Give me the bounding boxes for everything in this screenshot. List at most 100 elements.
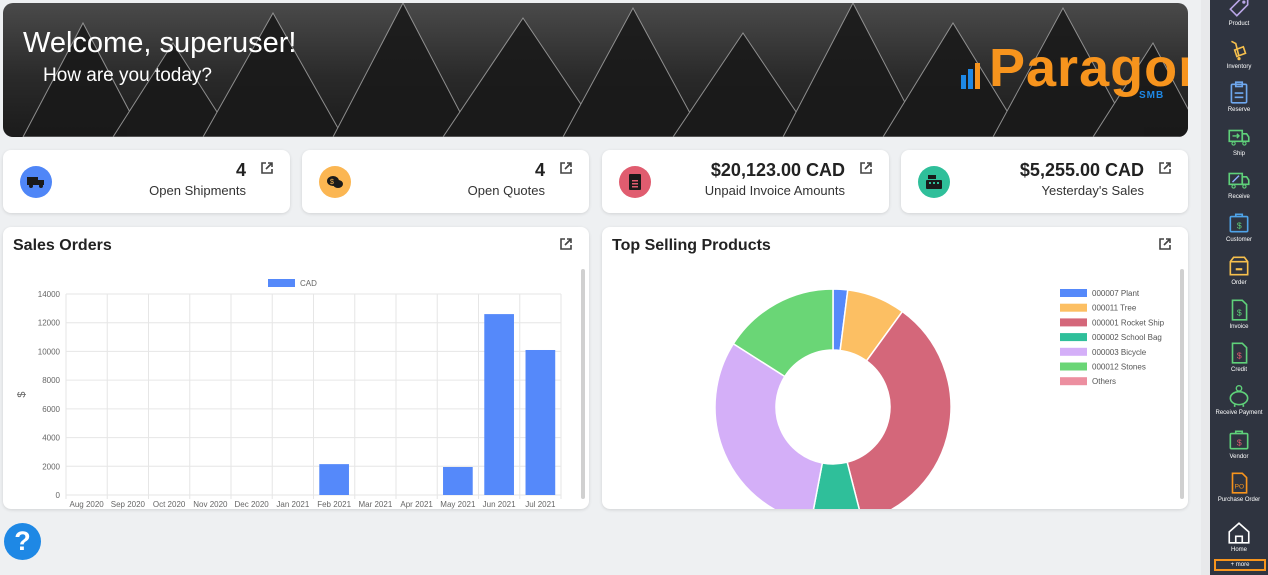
x-tick-label: Jul 2021: [525, 500, 556, 509]
bar[interactable]: [443, 467, 473, 495]
bar[interactable]: [525, 349, 556, 495]
stat-value: 4: [235, 160, 246, 180]
x-tick-label: May 2021: [440, 500, 476, 509]
stat-value: $20,123.00 CAD: [710, 160, 845, 180]
sidebar-item-label: Purchase Order: [1217, 497, 1261, 503]
stat-unpaid-invoices: $20,123.00 CAD Unpaid Invoice Amounts: [602, 150, 889, 213]
x-tick-label: Sep 2020: [111, 500, 146, 509]
invoice-icon: [619, 166, 651, 198]
y-tick-label: 6000: [42, 405, 60, 414]
external-link-icon[interactable]: [260, 161, 274, 175]
stat-open-shipments: 4 Open Shipments: [3, 150, 290, 213]
pie-slice[interactable]: [714, 342, 824, 509]
logo-sub: SMB: [1139, 90, 1165, 101]
external-link-icon[interactable]: [859, 161, 873, 175]
legend-label: 000007 Plant: [1092, 289, 1140, 298]
legend-label: CAD: [300, 279, 317, 288]
sidebar-item-receive-payment[interactable]: Receive Payment: [1210, 383, 1268, 426]
x-tick-label: Aug 2020: [69, 500, 104, 509]
customer-icon: $: [1229, 213, 1249, 233]
product-tag-icon: [1229, 0, 1249, 17]
top-products-panel: Top Selling Products 000007 Plant 000011 …: [602, 227, 1188, 509]
right-sidebar: Product Inventory Reserve Ship Receive $ Custo…: [1210, 0, 1268, 575]
top-products-chart: 000007 Plant 000011 Tree 000001 Rocket Shi…: [714, 288, 1165, 509]
sidebar-item-order[interactable]: Order: [1210, 253, 1268, 296]
sidebar-item-home[interactable]: Home: [1210, 520, 1268, 563]
home-icon: [1228, 522, 1250, 544]
legend-label: 000001 Rocket Ship: [1092, 318, 1165, 327]
receive-truck-icon: [1228, 172, 1250, 189]
quote-icon: $: [319, 166, 351, 198]
sidebar-item-label: Inventory: [1226, 64, 1252, 70]
stat-value: $5,255.00 CAD: [1019, 160, 1144, 180]
legend-swatch: [1060, 318, 1087, 327]
piggy-bank-icon: [1229, 385, 1249, 407]
svg-text:$: $: [1237, 350, 1242, 360]
y-tick-label: 14000: [38, 290, 61, 299]
sales-orders-panel: Sales Orders CAD 0 2000 4000 6000 8000 10000 12…: [3, 227, 589, 509]
vendor-icon: $: [1229, 430, 1249, 450]
svg-text:$: $: [1237, 437, 1242, 447]
y-tick-label: 0: [56, 491, 61, 500]
svg-text:$: $: [1237, 307, 1242, 317]
sidebar-item-customer[interactable]: $ Customer: [1210, 210, 1268, 253]
welcome-banner: Welcome, superuser! How are you today? P…: [3, 3, 1188, 137]
external-link-icon[interactable]: [559, 161, 573, 175]
sidebar-item-reserve[interactable]: Reserve: [1210, 80, 1268, 123]
sidebar-item-invoice[interactable]: $ Invoice: [1210, 297, 1268, 340]
sidebar-item-receive[interactable]: Receive: [1210, 167, 1268, 210]
stat-value: 4: [534, 160, 545, 180]
legend-label: 000012 Stones: [1092, 363, 1146, 372]
sidebar-item-label: Product: [1228, 21, 1250, 27]
stat-label: Open Quotes: [467, 183, 545, 198]
sidebar-item-purchase-order[interactable]: PO Purchase Order: [1210, 470, 1268, 513]
legend-swatch: [1060, 303, 1087, 312]
x-tick-label: Apr 2021: [400, 500, 433, 509]
sidebar-item-vendor[interactable]: $ Vendor: [1210, 427, 1268, 470]
scrollbar[interactable]: [581, 269, 585, 499]
y-axis-label: $: [16, 391, 28, 397]
stat-label: Open Shipments: [149, 183, 246, 198]
bar[interactable]: [484, 314, 514, 495]
sidebar-item-label: Customer: [1225, 237, 1252, 243]
sales-orders-chart: CAD 0 2000 4000 6000 8000 10000 12000 14000 $ Aug …: [16, 279, 562, 509]
reserve-clipboard-icon: [1230, 81, 1248, 104]
credit-doc-icon: $: [1231, 342, 1248, 364]
svg-text:PO: PO: [1235, 483, 1244, 490]
sidebar-item-label: Vendor: [1229, 454, 1249, 460]
help-button[interactable]: ?: [4, 523, 41, 560]
order-icon: [1229, 256, 1249, 276]
legend-label: 000003 Bicycle: [1092, 348, 1147, 357]
sidebar-item-inventory[interactable]: Inventory: [1210, 37, 1268, 80]
scrollbar[interactable]: [1180, 269, 1184, 499]
sidebar-divider: [1201, 0, 1210, 575]
bar[interactable]: [319, 464, 349, 495]
svg-text:$: $: [330, 179, 334, 186]
legend-swatch: [1060, 362, 1087, 371]
x-tick-label: Mar 2021: [358, 500, 392, 509]
sidebar-item-product[interactable]: Product: [1210, 0, 1268, 37]
logo-bars-icon: [961, 63, 980, 89]
y-tick-label: 2000: [42, 462, 60, 471]
paragon-logo: Paragon SMB: [961, 37, 1188, 117]
welcome-title: Welcome, superuser!: [23, 27, 297, 59]
external-link-icon[interactable]: [1158, 161, 1172, 175]
y-tick-label: 10000: [38, 347, 61, 356]
sidebar-item-ship[interactable]: Ship: [1210, 124, 1268, 167]
welcome-subtitle: How are you today?: [43, 65, 212, 86]
legend-swatch: [1060, 377, 1087, 386]
y-tick-label: 12000: [38, 319, 61, 328]
stat-label: Yesterday's Sales: [1041, 183, 1144, 198]
stat-label: Unpaid Invoice Amounts: [704, 183, 845, 198]
legend-swatch: [1060, 333, 1087, 342]
more-button[interactable]: + more: [1214, 559, 1266, 571]
y-tick-label: 8000: [42, 376, 60, 385]
legend-swatch: [1060, 347, 1087, 356]
sidebar-item-label: Order: [1231, 280, 1247, 286]
stat-open-quotes: $ 4 Open Quotes: [302, 150, 589, 213]
x-tick-label: Oct 2020: [153, 500, 186, 509]
sidebar-item-credit[interactable]: $ Credit: [1210, 340, 1268, 383]
truck-icon: [20, 166, 52, 198]
x-tick-label: Nov 2020: [193, 500, 228, 509]
inventory-icon: [1231, 40, 1247, 61]
